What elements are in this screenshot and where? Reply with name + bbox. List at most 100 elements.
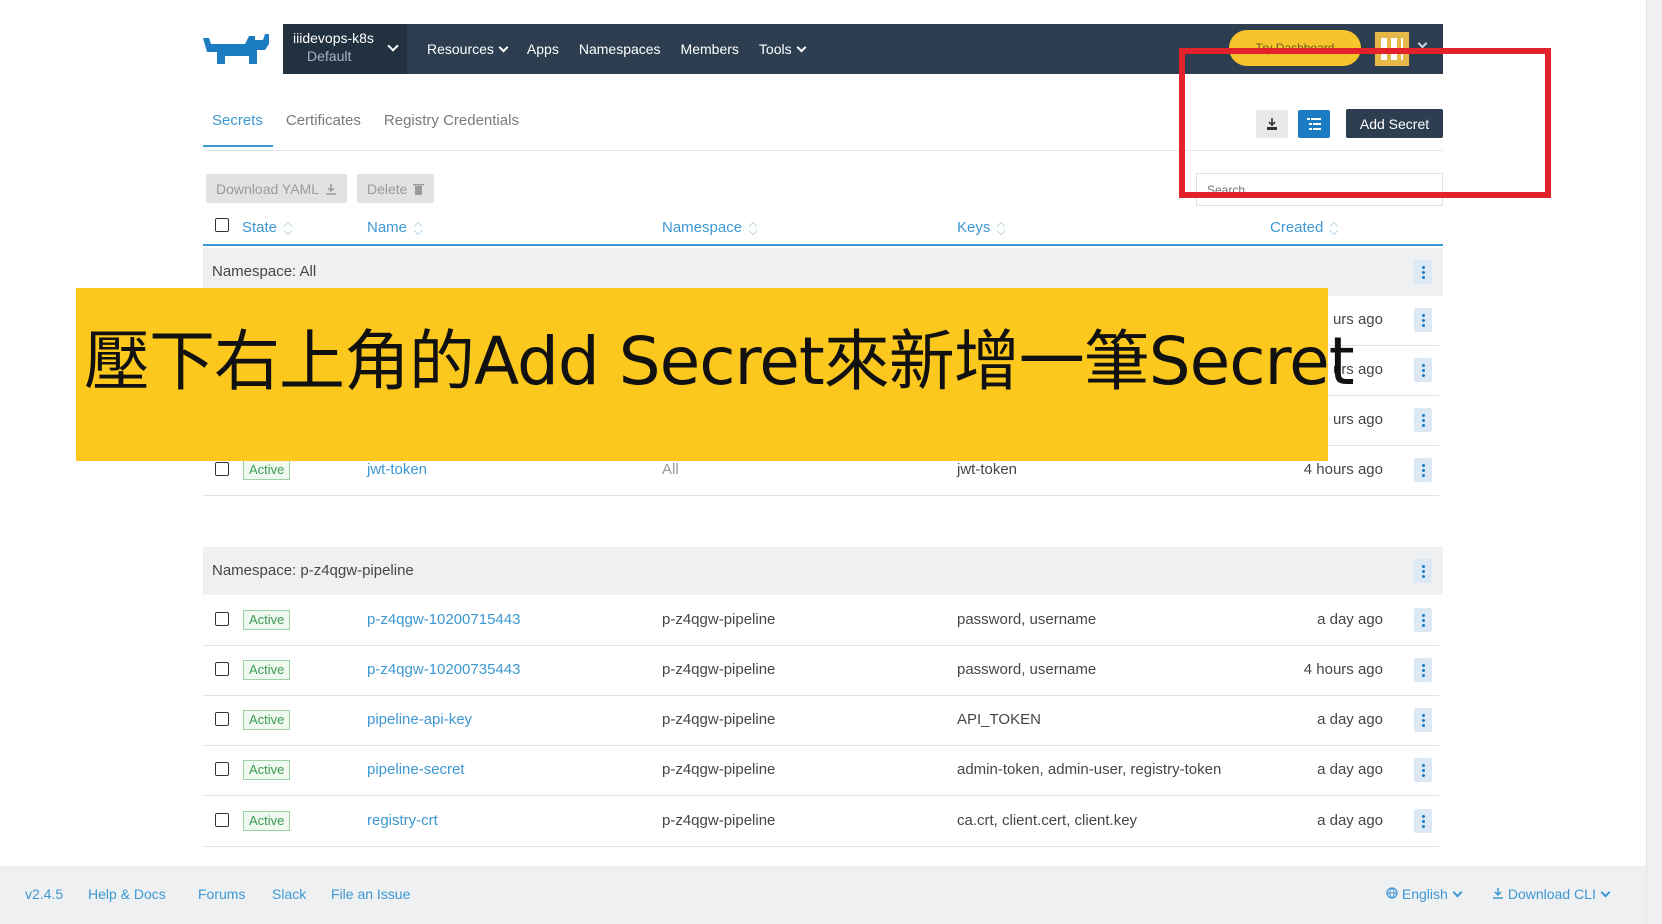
button-label: Delete bbox=[367, 180, 408, 197]
status-badge: Active bbox=[243, 811, 291, 831]
file-issue-link[interactable]: File an Issue bbox=[331, 886, 410, 902]
tab-secrets[interactable]: Secrets bbox=[203, 104, 273, 147]
scrollbar[interactable] bbox=[1646, 0, 1662, 924]
row-keys: jwt-token bbox=[957, 461, 1018, 478]
nav-label: Members bbox=[680, 41, 739, 57]
table-row[interactable]: Active pipeline-api-key p-z4qgw-pipeline… bbox=[203, 696, 1439, 746]
download-yaml-button[interactable]: Download YAML bbox=[206, 174, 347, 203]
sort-icon bbox=[285, 222, 293, 234]
group-actions-button[interactable] bbox=[1414, 260, 1432, 284]
table-header: State Name Namespace Keys Created bbox=[203, 214, 1443, 246]
column-label: Keys bbox=[957, 219, 991, 236]
row-name-link[interactable]: pipeline-api-key bbox=[367, 711, 472, 728]
select-all-checkbox[interactable] bbox=[215, 218, 229, 232]
download-icon bbox=[1493, 888, 1503, 899]
language-selector[interactable]: English bbox=[1386, 886, 1463, 902]
row-actions-button[interactable] bbox=[1414, 308, 1432, 332]
trash-icon bbox=[413, 183, 425, 195]
delete-button[interactable]: Delete bbox=[357, 174, 435, 203]
sort-icon bbox=[750, 222, 758, 234]
project-name: Default bbox=[307, 48, 352, 64]
instruction-text: 壓下右上角的Add Secret來新增一筆Secret bbox=[84, 323, 1355, 400]
cluster-switcher[interactable]: iiidevops-k8s Default bbox=[283, 24, 407, 74]
row-namespace: All bbox=[662, 461, 679, 478]
chevron-down-icon bbox=[1452, 887, 1463, 898]
table-row[interactable]: Active p-z4qgw-10200715443 p-z4qgw-pipel… bbox=[203, 596, 1439, 646]
nav-members[interactable]: Members bbox=[681, 41, 739, 57]
row-actions-button[interactable] bbox=[1414, 608, 1432, 632]
slack-link[interactable]: Slack bbox=[272, 886, 306, 902]
row-checkbox[interactable] bbox=[215, 712, 229, 726]
row-name-link[interactable]: p-z4qgw-10200715443 bbox=[367, 611, 520, 628]
forums-link[interactable]: Forums bbox=[198, 886, 245, 902]
status-badge: Active bbox=[243, 660, 291, 680]
page: iiidevops-k8s Default Resources Apps Nam… bbox=[0, 0, 1662, 924]
nav-tools[interactable]: Tools bbox=[758, 41, 807, 57]
namespace-group-header: Namespace: p-z4qgw-pipeline bbox=[203, 547, 1443, 595]
row-keys: password, username bbox=[957, 661, 1097, 678]
row-keys: ca.crt, client.cert, client.key bbox=[957, 812, 1138, 829]
row-namespace: p-z4qgw-pipeline bbox=[662, 761, 776, 778]
chevron-down-icon bbox=[1600, 887, 1611, 898]
row-created: a day ago bbox=[1317, 812, 1383, 829]
group-label: Namespace: All bbox=[212, 263, 317, 280]
row-created: a day ago bbox=[1317, 761, 1383, 778]
row-namespace: p-z4qgw-pipeline bbox=[662, 611, 776, 628]
status-badge: Active bbox=[243, 460, 291, 480]
highlight-box bbox=[1179, 48, 1551, 198]
row-actions-button[interactable] bbox=[1414, 458, 1432, 482]
status-badge: Active bbox=[243, 760, 291, 780]
row-checkbox[interactable] bbox=[215, 612, 229, 626]
button-label: Download YAML bbox=[216, 180, 319, 197]
rancher-logo[interactable] bbox=[201, 30, 271, 70]
sort-icon bbox=[998, 222, 1006, 234]
row-checkbox[interactable] bbox=[215, 662, 229, 676]
table-row[interactable]: Active registry-crt p-z4qgw-pipeline ca.… bbox=[203, 797, 1439, 847]
group-actions-button[interactable] bbox=[1414, 559, 1432, 583]
row-checkbox[interactable] bbox=[215, 813, 229, 827]
status-badge: Active bbox=[243, 610, 291, 630]
row-actions-button[interactable] bbox=[1414, 809, 1432, 833]
chevron-down-icon bbox=[498, 42, 509, 52]
row-keys: password, username bbox=[957, 611, 1097, 628]
column-name[interactable]: Name bbox=[367, 219, 423, 236]
row-name-link[interactable]: pipeline-secret bbox=[367, 761, 465, 778]
table-row[interactable]: Active pipeline-secret p-z4qgw-pipeline … bbox=[203, 746, 1439, 796]
sort-icon bbox=[415, 222, 423, 234]
row-checkbox[interactable] bbox=[215, 462, 229, 476]
column-state[interactable]: State bbox=[242, 219, 293, 236]
column-keys[interactable]: Keys bbox=[957, 219, 1006, 236]
table-row[interactable]: Active p-z4qgw-10200735443 p-z4qgw-pipel… bbox=[203, 646, 1439, 696]
row-created: a day ago bbox=[1317, 711, 1383, 728]
nav-apps[interactable]: Apps bbox=[527, 41, 559, 57]
nav-label: Resources bbox=[427, 41, 494, 57]
version-link[interactable]: v2.4.5 bbox=[25, 886, 63, 902]
globe-icon bbox=[1386, 887, 1398, 899]
tab-certificates[interactable]: Certificates bbox=[277, 104, 371, 147]
nav-namespaces[interactable]: Namespaces bbox=[579, 41, 661, 57]
download-cli-menu[interactable]: Download CLI bbox=[1492, 886, 1611, 902]
column-label: Name bbox=[367, 219, 408, 236]
column-label: Namespace bbox=[662, 219, 743, 236]
row-name-link[interactable]: p-z4qgw-10200735443 bbox=[367, 661, 520, 678]
row-name-link[interactable]: jwt-token bbox=[367, 461, 427, 478]
help-docs-link[interactable]: Help & Docs bbox=[88, 886, 166, 902]
nav-resources[interactable]: Resources bbox=[427, 41, 509, 57]
row-name-link[interactable]: registry-crt bbox=[367, 812, 438, 829]
row-actions-button[interactable] bbox=[1414, 408, 1432, 432]
tab-registry-credentials[interactable]: Registry Credentials bbox=[375, 104, 529, 147]
column-namespace[interactable]: Namespace bbox=[662, 219, 758, 236]
row-actions-button[interactable] bbox=[1414, 358, 1432, 382]
column-created[interactable]: Created bbox=[1270, 219, 1339, 236]
row-created: 4 hours ago bbox=[1303, 461, 1383, 478]
status-badge: Active bbox=[243, 710, 291, 730]
row-actions-button[interactable] bbox=[1414, 758, 1432, 782]
row-actions-button[interactable] bbox=[1414, 708, 1432, 732]
row-keys: admin-token, admin-user, registry-token bbox=[957, 761, 1222, 778]
instruction-banner: 壓下右上角的Add Secret來新增一筆Secret bbox=[76, 288, 1355, 461]
row-namespace: p-z4qgw-pipeline bbox=[662, 812, 776, 829]
chevron-down-icon bbox=[1417, 38, 1428, 49]
nav-label: Tools bbox=[758, 41, 792, 57]
row-checkbox[interactable] bbox=[215, 762, 229, 776]
row-actions-button[interactable] bbox=[1414, 658, 1432, 682]
